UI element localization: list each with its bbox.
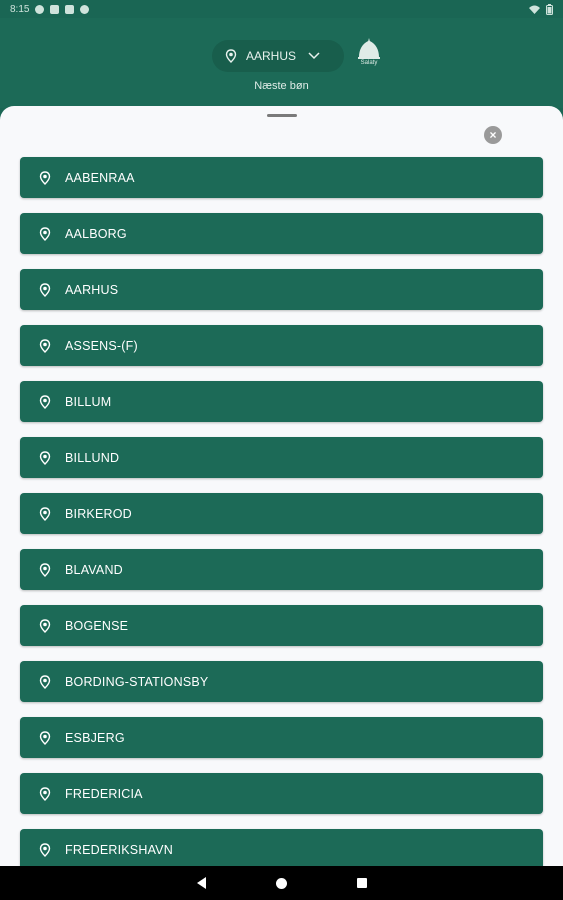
notification-icon — [50, 4, 60, 14]
wifi-icon — [529, 5, 540, 14]
salaty-logo[interactable]: Salaty — [352, 38, 386, 74]
city-item[interactable]: BILLUM — [20, 381, 543, 422]
status-bar: 8:15 — [0, 0, 563, 18]
city-item-label: BORDING-STATIONSBY — [65, 674, 209, 689]
location-pin-icon — [39, 170, 51, 185]
status-right — [529, 3, 553, 15]
location-pin-icon — [39, 394, 51, 409]
back-icon[interactable] — [196, 877, 206, 889]
city-item-label: BILLUM — [65, 394, 112, 409]
next-prayer-label: Næste bøn — [254, 80, 309, 92]
mail-icon — [65, 4, 75, 14]
location-pin-icon — [39, 282, 51, 297]
city-item[interactable]: BIRKEROD — [20, 493, 543, 534]
city-item[interactable]: BLAVAND — [20, 549, 543, 590]
close-button[interactable]: × — [484, 126, 502, 144]
location-pin-icon — [39, 842, 51, 857]
city-item-label: BLAVAND — [65, 562, 123, 577]
city-list: AABENRAA AALBORG AARHUS ASSENS-(F) BILLUM BIL… — [20, 157, 543, 866]
city-item-label: ESBJERG — [65, 730, 125, 745]
close-icon: × — [489, 128, 497, 142]
city-item-label: AABENRAA — [65, 170, 135, 185]
chevron-down-icon — [308, 52, 320, 60]
city-item[interactable]: BOGENSE — [20, 605, 543, 646]
location-pin-icon — [39, 786, 51, 801]
location-pin-icon — [39, 674, 51, 689]
recents-icon[interactable] — [356, 878, 367, 888]
mosque-dome-icon — [358, 38, 380, 59]
city-item-label: AALBORG — [65, 226, 127, 241]
salaty-label: Salaty — [360, 60, 378, 66]
location-pin-icon — [39, 226, 51, 241]
location-pin-icon — [39, 562, 51, 577]
drag-handle[interactable] — [267, 114, 297, 117]
city-item-label: ASSENS-(F) — [65, 338, 138, 353]
city-item[interactable]: AALBORG — [20, 213, 543, 254]
city-item[interactable]: BILLUND — [20, 437, 543, 478]
battery-icon — [546, 3, 553, 15]
location-pin-icon — [39, 618, 51, 633]
a-icon — [35, 4, 45, 14]
city-bottom-sheet: × AABENRAA AALBORG AARHUS ASSENS-(F) BILLUM B… — [0, 106, 563, 866]
city-item[interactable]: BORDING-STATIONSBY — [20, 661, 543, 702]
city-item[interactable]: FREDERICIA — [20, 773, 543, 814]
city-item-label: AARHUS — [65, 282, 119, 297]
city-item-label: FREDERICIA — [65, 786, 143, 801]
location-pin-icon — [39, 338, 51, 353]
location-pin-icon — [39, 730, 51, 745]
city-item[interactable]: ASSENS-(F) — [20, 325, 543, 366]
city-selector[interactable]: AARHUS — [212, 40, 344, 72]
system-nav-bar — [0, 866, 563, 900]
selected-city-label: AARHUS — [246, 49, 297, 63]
header: AARHUS Salaty Næste bøn — [0, 18, 563, 108]
location-pin-icon — [225, 49, 237, 63]
app-icon — [80, 4, 90, 14]
city-item[interactable]: AABENRAA — [20, 157, 543, 198]
city-item[interactable]: AARHUS — [20, 269, 543, 310]
status-time: 8:15 — [10, 3, 30, 15]
home-icon[interactable] — [275, 877, 287, 889]
city-item-label: BOGENSE — [65, 618, 129, 633]
city-item[interactable]: ESBJERG — [20, 717, 543, 758]
location-pin-icon — [39, 506, 51, 521]
status-left: 8:15 — [10, 3, 90, 15]
city-item-label: BIRKEROD — [65, 506, 132, 521]
city-item[interactable]: FREDERIKSHAVN — [20, 829, 543, 866]
location-pin-icon — [39, 450, 51, 465]
city-item-label: BILLUND — [65, 450, 120, 465]
city-item-label: FREDERIKSHAVN — [65, 842, 173, 857]
